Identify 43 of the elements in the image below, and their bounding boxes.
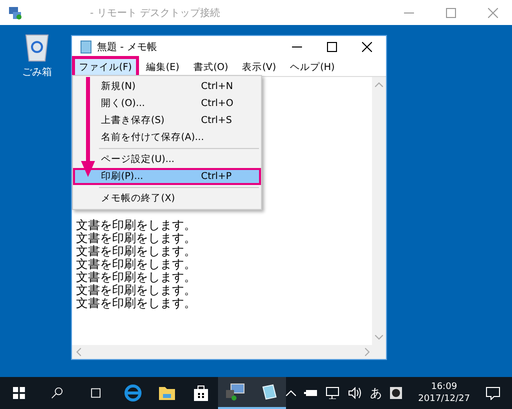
text-line: 文書を印刷をします。 — [76, 297, 197, 310]
monitor-icon — [224, 383, 245, 401]
menu-item[interactable]: メモ帳の終了(X) — [73, 190, 261, 207]
speaker-icon[interactable] — [348, 387, 362, 399]
recycle-bin-icon[interactable] — [24, 32, 50, 62]
input-mode-indicator[interactable]: あ — [370, 384, 382, 402]
window-title: - リモート デスクトップ接続 — [90, 6, 220, 20]
window-title: 無題 - メモ帳 — [97, 41, 157, 54]
menu-item[interactable]: ページ設定(U)... — [73, 151, 261, 168]
taskbar-app[interactable] — [218, 377, 252, 409]
ime-icon[interactable] — [390, 387, 402, 399]
text-line: 文書を印刷をします。 — [76, 271, 197, 284]
menu-item[interactable]: 編集(E) — [138, 56, 186, 78]
menu-item[interactable]: ヘルプ(H) — [283, 56, 342, 78]
text-line: 文書を印刷をします。 — [76, 232, 197, 245]
text-line: 文書を印刷をします。 — [76, 258, 197, 271]
menu-item[interactable]: 名前を付けて保存(A)... — [73, 129, 261, 146]
menu-item[interactable]: 上書き保存(S) Ctrl+S — [73, 112, 261, 129]
menu-item[interactable]: 開く(O)... Ctrl+O — [73, 95, 261, 112]
notepad-icon — [80, 40, 92, 54]
battery-icon[interactable] — [304, 389, 318, 397]
close-icon[interactable] — [362, 42, 372, 52]
menu-item[interactable]: 書式(O) — [186, 56, 236, 78]
desktop-icon-label[interactable]: ごみ箱 — [22, 65, 52, 79]
menu-item[interactable]: 表示(V) — [235, 56, 284, 78]
menu-item[interactable]: 印刷(P)... Ctrl+P — [73, 168, 261, 185]
clock-time[interactable]: 16:09 — [431, 381, 458, 393]
text-line: 文書を印刷をします。 — [76, 284, 197, 297]
shopping-bag-icon — [192, 384, 209, 402]
search-icon[interactable] — [50, 386, 63, 400]
start-icon[interactable] — [13, 386, 25, 400]
text-line: 文書を印刷をします。 — [76, 245, 197, 258]
taskbar-app[interactable] — [252, 377, 286, 409]
text-line: 文書を印刷をします。 — [76, 219, 197, 232]
folder-icon — [158, 385, 176, 401]
maximize-icon[interactable] — [327, 42, 337, 52]
notepad-icon — [260, 383, 278, 401]
notification-icon[interactable] — [486, 386, 500, 400]
menu-item[interactable]: 新規(N) Ctrl+N — [73, 78, 261, 95]
clock-date[interactable]: 2017/12/27 — [418, 393, 470, 405]
task-view-icon[interactable] — [88, 387, 103, 399]
network-icon[interactable] — [326, 387, 340, 399]
remote-desktop-icon — [8, 6, 22, 20]
